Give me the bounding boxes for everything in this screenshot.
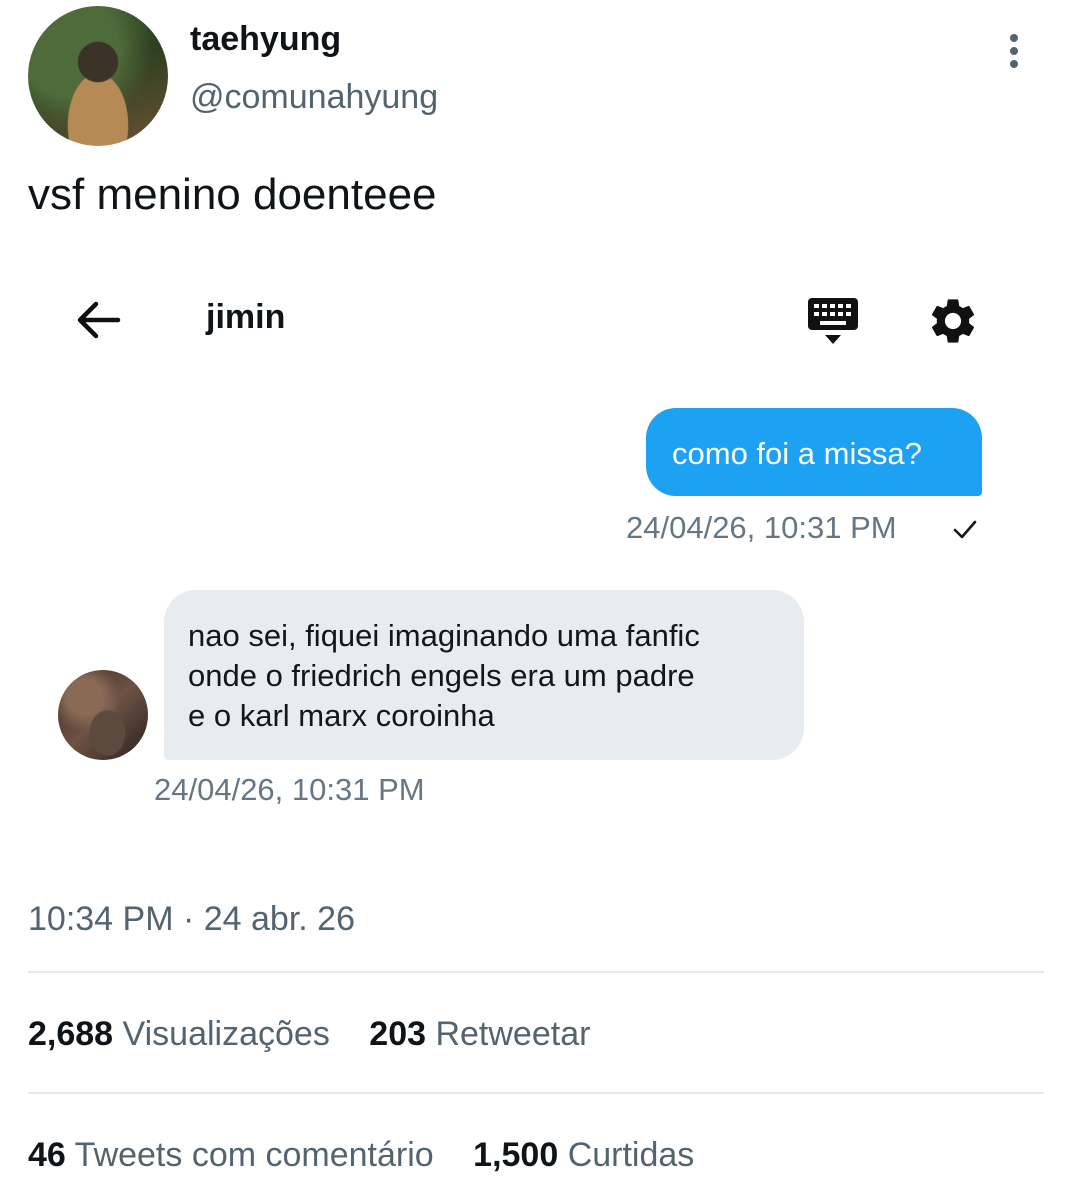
stats-row-top: 2,688 Visualizações 203 Retweetar: [28, 1015, 620, 1054]
keyboard-icon: [808, 298, 858, 344]
incoming-message-timestamp: 24/04/26, 10:31 PM: [154, 772, 425, 807]
outgoing-message-bubble: como foi a missa?: [646, 408, 982, 496]
back-arrow-icon: [77, 301, 121, 339]
quote-tweets-count: 46: [28, 1136, 66, 1174]
divider: [28, 971, 1044, 973]
incoming-message-bubble: nao sei, fiquei imaginando uma fanfic on…: [164, 590, 804, 760]
likes-label: Curtidas: [567, 1136, 695, 1174]
retweets-count: 203: [369, 1015, 427, 1053]
views-label: Visualizações: [122, 1015, 330, 1053]
outgoing-message-timestamp: 24/04/26, 10:31 PM: [626, 510, 897, 545]
tweet-text: vsf menino doenteee: [28, 170, 437, 219]
likes-stat[interactable]: 1,500 Curtidas: [473, 1136, 694, 1174]
chat-contact-name: jimin: [206, 298, 286, 336]
author-handle[interactable]: @comunahyung: [190, 78, 438, 117]
author-avatar[interactable]: [28, 6, 168, 146]
message-line: nao sei, fiquei imaginando uma fanfic: [188, 618, 700, 653]
likes-count: 1,500: [473, 1136, 559, 1174]
gear-icon: [931, 299, 975, 343]
retweets-label: Retweetar: [435, 1015, 591, 1053]
quote-tweets-stat[interactable]: 46 Tweets com comentário: [28, 1136, 434, 1174]
views-count: 2,688: [28, 1015, 114, 1053]
tweet-timestamp[interactable]: 10:34 PM · 24 abr. 26: [28, 900, 355, 939]
contact-avatar: [58, 670, 148, 760]
message-line: onde o friedrich engels era um padre: [188, 658, 695, 693]
divider: [28, 1092, 1044, 1094]
message-line: e o karl marx coroinha: [188, 698, 495, 733]
views-stat[interactable]: 2,688 Visualizações: [28, 1015, 330, 1053]
more-vertical-icon[interactable]: [1000, 34, 1028, 74]
author-display-name[interactable]: taehyung: [190, 20, 341, 59]
retweets-stat[interactable]: 203 Retweetar: [369, 1015, 590, 1053]
stats-row-bottom: 46 Tweets com comentário 1,500 Curtidas: [28, 1136, 724, 1175]
quote-tweets-label: Tweets com comentário: [74, 1136, 434, 1174]
check-icon: [953, 520, 977, 539]
